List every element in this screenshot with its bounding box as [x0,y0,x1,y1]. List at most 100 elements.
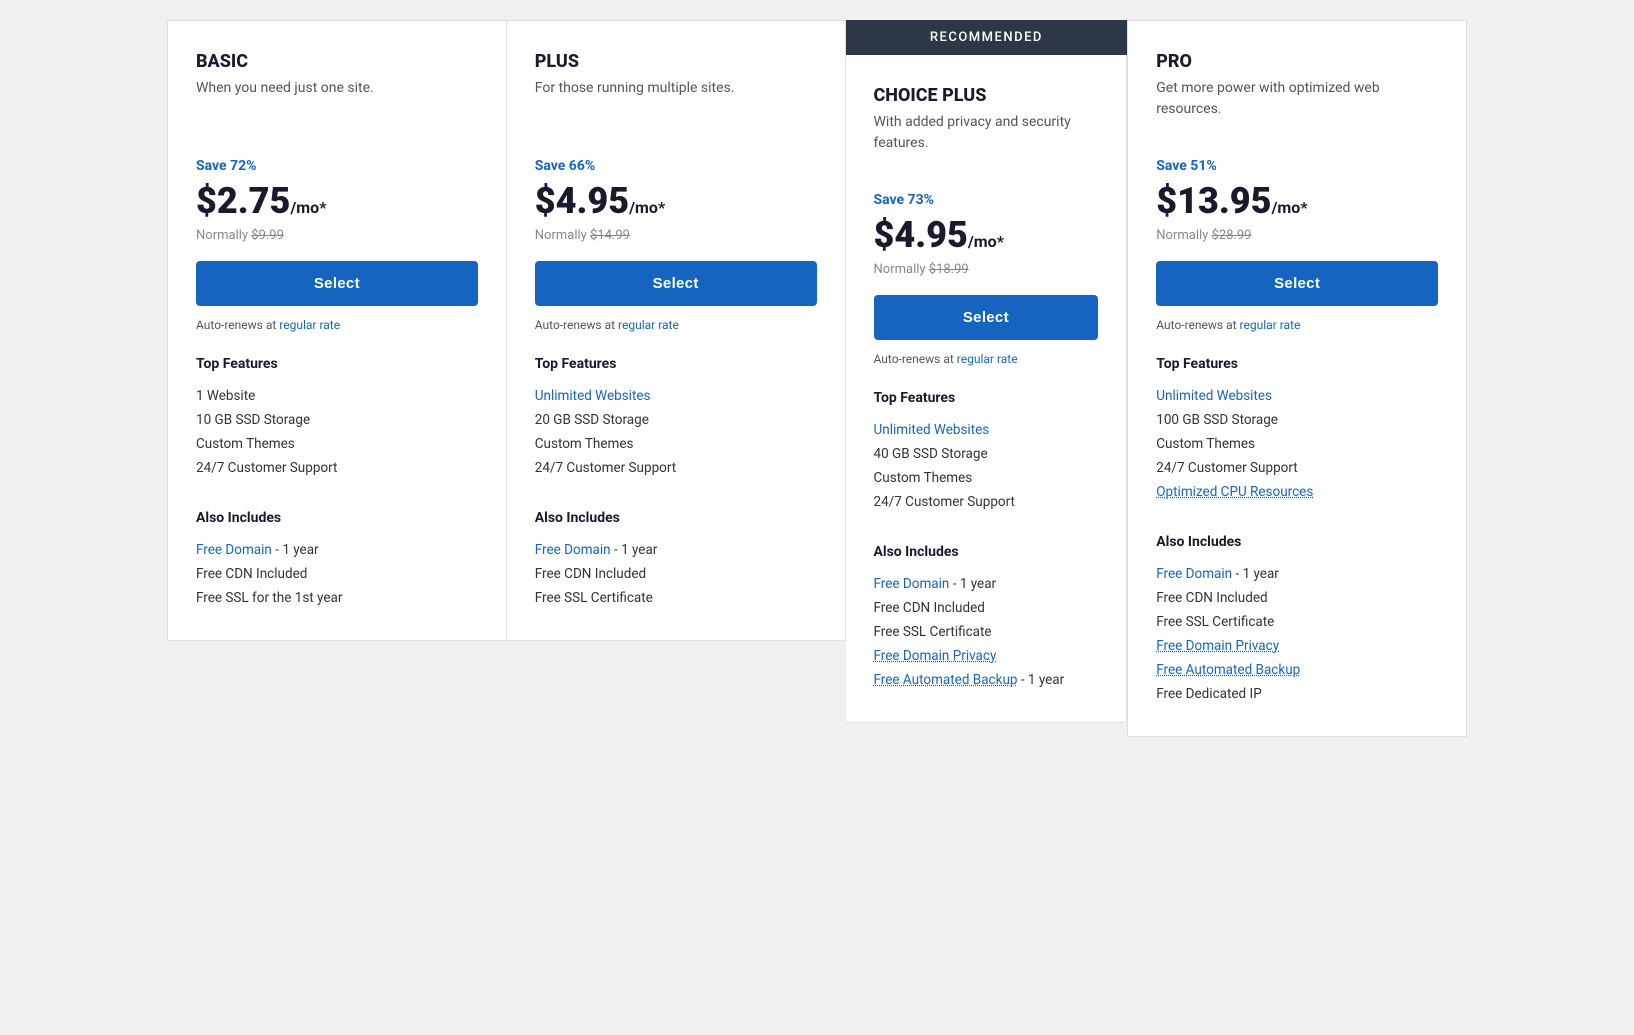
price-normal-plus: Normally $14.99 [535,228,817,243]
list-item: Free SSL Certificate [535,586,817,610]
list-item: Free Domain - 1 year [196,538,478,562]
list-item: Free CDN Included [1156,586,1438,610]
list-item: 20 GB SSD Storage [535,408,817,432]
also-includes-list-plus: Free Domain - 1 yearFree CDN IncludedFre… [535,538,817,610]
list-item: Free Domain Privacy [874,644,1099,668]
auto-renew-choice-plus: Auto-renews at regular rate [874,352,1099,366]
list-item: Free Automated Backup [1156,658,1438,682]
recommended-col-wrapper: RECOMMENDEDCHOICE PLUSWith added privacy… [846,20,1128,723]
list-item: Optimized CPU Resources [1156,480,1438,504]
also-includes-title-plus: Also Includes [535,510,817,526]
price-row-pro: $13.95/mo* [1156,180,1438,222]
list-item: 100 GB SSD Storage [1156,408,1438,432]
plan-name-pro: PRO [1156,51,1438,72]
price-mo-plus: /mo* [629,198,665,217]
regular-rate-link-plus[interactable]: regular rate [618,318,679,332]
list-item: 40 GB SSD Storage [874,442,1099,466]
list-item: Free Domain - 1 year [874,572,1099,596]
list-item: Unlimited Websites [874,418,1099,442]
regular-rate-link-pro[interactable]: regular rate [1240,318,1301,332]
plan-column-choice-plus: CHOICE PLUSWith added privacy and securi… [846,55,1128,723]
list-item: Free Domain - 1 year [1156,562,1438,586]
top-features-title-plus: Top Features [535,356,817,372]
top-features-list-pro: Unlimited Websites 100 GB SSD StorageCust… [1156,384,1438,504]
list-item: Custom Themes [1156,432,1438,456]
also-feature-link[interactable]: Free Automated Backup [874,672,1018,688]
select-button-pro[interactable]: Select [1156,261,1438,306]
also-includes-list-basic: Free Domain - 1 yearFree CDN IncludedFre… [196,538,478,610]
list-item: 10 GB SSD Storage [196,408,478,432]
price-dollar-basic: $2.75 [196,180,290,222]
save-badge-basic: Save 72% [196,158,478,174]
select-button-choice-plus[interactable]: Select [874,295,1099,340]
list-item: Free Domain Privacy [1156,634,1438,658]
price-mo-choice-plus: /mo* [968,232,1004,251]
select-button-plus[interactable]: Select [535,261,817,306]
price-row-basic: $2.75/mo* [196,180,478,222]
plan-column-plus: PLUS For those running multiple sites. Sav… [507,20,846,641]
list-item: 24/7 Customer Support [1156,456,1438,480]
also-includes-title-choice-plus: Also Includes [874,544,1099,560]
also-includes-title-basic: Also Includes [196,510,478,526]
auto-renew-pro: Auto-renews at regular rate [1156,318,1438,332]
top-features-list-basic: 1 Website10 GB SSD StorageCustom Themes2… [196,384,478,480]
also-includes-list-choice-plus: Free Domain - 1 yearFree CDN IncludedFre… [874,572,1099,692]
feature-link[interactable]: Unlimited Websites [535,388,651,404]
list-item: Unlimited Websites [535,384,817,408]
price-dollar-choice-plus: $4.95 [874,214,968,256]
pricing-page: BASIC When you need just one site. Save 72… [167,20,1467,737]
feature-link[interactable]: Unlimited Websites [874,422,990,438]
list-item: 1 Website [196,384,478,408]
list-item: Free SSL for the 1st year [196,586,478,610]
also-feature-link[interactable]: Free Domain [1156,566,1232,582]
list-item: Custom Themes [535,432,817,456]
plan-description-basic: When you need just one site. [196,78,478,138]
list-item: 24/7 Customer Support [196,456,478,480]
list-item: 24/7 Customer Support [874,490,1099,514]
also-includes-title-pro: Also Includes [1156,534,1438,550]
list-item: Custom Themes [196,432,478,456]
also-feature-link[interactable]: Free Domain Privacy [1156,638,1279,654]
plan-column-basic: BASIC When you need just one site. Save 72… [167,20,507,641]
price-dollar-pro: $13.95 [1156,180,1271,222]
feature-link[interactable]: Optimized CPU Resources [1156,484,1313,500]
list-item: Free SSL Certificate [874,620,1099,644]
save-badge-pro: Save 51% [1156,158,1438,174]
price-normal-basic: Normally $9.99 [196,228,478,243]
top-features-list-plus: Unlimited Websites 20 GB SSD StorageCusto… [535,384,817,480]
plan-description-plus: For those running multiple sites. [535,78,817,138]
regular-rate-link-basic[interactable]: regular rate [279,318,340,332]
also-feature-link[interactable]: Free Domain [874,576,950,592]
save-badge-plus: Save 66% [535,158,817,174]
plan-name-plus: PLUS [535,51,817,72]
select-button-basic[interactable]: Select [196,261,478,306]
plans-container: BASIC When you need just one site. Save 72… [167,20,1467,737]
price-row-choice-plus: $4.95/mo* [874,214,1099,256]
top-features-list-choice-plus: Unlimited Websites 40 GB SSD StorageCusto… [874,418,1099,514]
recommended-banner: RECOMMENDED [846,20,1128,55]
also-feature-link[interactable]: Free Domain Privacy [874,648,997,664]
also-feature-link[interactable]: Free Domain [535,542,611,558]
plan-column-pro: PROGet more power with optimized web res… [1127,20,1467,737]
plan-name-basic: BASIC [196,51,478,72]
list-item: Free Domain - 1 year [535,538,817,562]
list-item: Free CDN Included [874,596,1099,620]
feature-link[interactable]: Unlimited Websites [1156,388,1272,404]
top-features-title-pro: Top Features [1156,356,1438,372]
price-mo-pro: /mo* [1271,198,1307,217]
list-item: Free CDN Included [196,562,478,586]
list-item: Free Automated Backup - 1 year [874,668,1099,692]
price-row-plus: $4.95/mo* [535,180,817,222]
list-item: Custom Themes [874,466,1099,490]
also-includes-list-pro: Free Domain - 1 yearFree CDN Included Fre… [1156,562,1438,706]
also-feature-link[interactable]: Free Automated Backup [1156,662,1300,678]
list-item: Unlimited Websites [1156,384,1438,408]
auto-renew-plus: Auto-renews at regular rate [535,318,817,332]
save-badge-choice-plus: Save 73% [874,192,1099,208]
price-normal-pro: Normally $28.99 [1156,228,1438,243]
top-features-title-basic: Top Features [196,356,478,372]
list-item: 24/7 Customer Support [535,456,817,480]
list-item: Free Dedicated IP [1156,682,1438,706]
regular-rate-link-choice-plus[interactable]: regular rate [957,352,1018,366]
also-feature-link[interactable]: Free Domain [196,542,272,558]
